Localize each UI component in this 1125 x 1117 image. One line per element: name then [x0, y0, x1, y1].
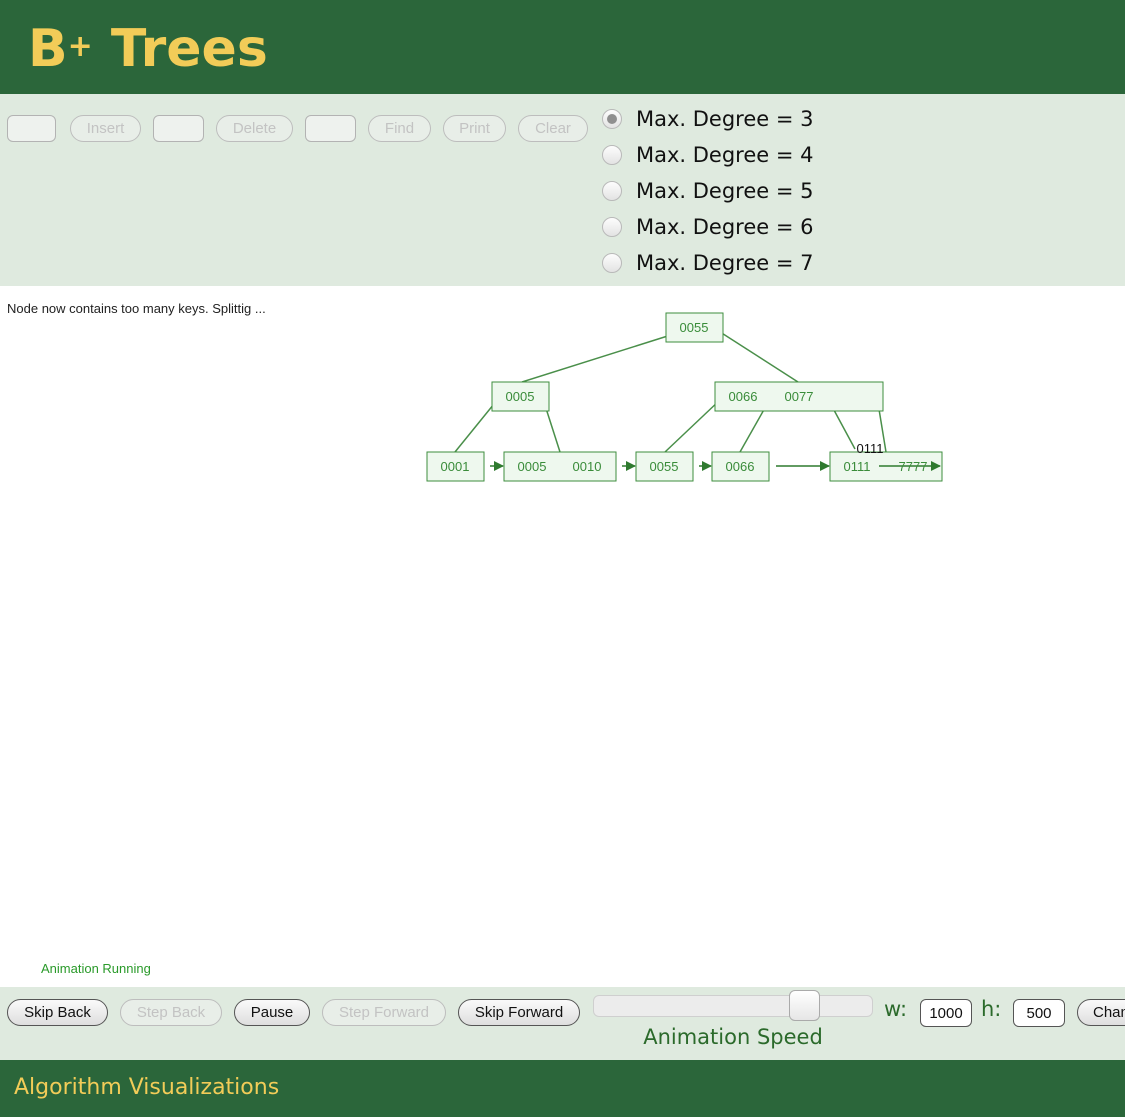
tree-key: 0005: [518, 459, 547, 474]
insert-input[interactable]: [7, 115, 56, 142]
radio-button[interactable]: [602, 217, 622, 237]
radio-button[interactable]: [602, 145, 622, 165]
step-back-button[interactable]: Step Back: [120, 999, 222, 1026]
tree-key: 0005: [506, 389, 535, 404]
degree-option-4[interactable]: Max. Degree = 4: [602, 141, 814, 169]
degree-option-6[interactable]: Max. Degree = 6: [602, 213, 814, 241]
edge-internal-1: [664, 398, 722, 453]
delete-input[interactable]: [153, 115, 204, 142]
degree-option-label: Max. Degree = 6: [636, 215, 814, 239]
footer-link[interactable]: Algorithm Visualizations: [14, 1075, 279, 1100]
insert-button[interactable]: Insert: [70, 115, 141, 142]
degree-option-label: Max. Degree = 5: [636, 179, 814, 203]
degree-option-label: Max. Degree = 3: [636, 107, 814, 131]
tree-key: 7777: [899, 459, 928, 474]
pause-button[interactable]: Pause: [234, 999, 310, 1026]
radio-button[interactable]: [602, 253, 622, 273]
tree-key: 0066: [726, 459, 755, 474]
tree-key: 0055: [680, 320, 709, 335]
height-input[interactable]: 500: [1013, 999, 1065, 1027]
clear-button[interactable]: Clear: [518, 115, 588, 142]
change-canvas-size-button[interactable]: Change Canvas Size: [1077, 999, 1125, 1026]
skip-back-button[interactable]: Skip Back: [7, 999, 108, 1026]
change-canvas-size-clip: Change Canvas Size: [1077, 999, 1125, 1026]
width-label: w:: [884, 997, 908, 1021]
height-label: h:: [981, 997, 1002, 1021]
header-bar: B+ Trees: [0, 0, 1125, 94]
tree-key: 0111: [844, 459, 871, 474]
slider-thumb[interactable]: [789, 990, 820, 1021]
animation-speed-label: Animation Speed: [643, 1025, 823, 1049]
degree-option-5[interactable]: Max. Degree = 5: [602, 177, 814, 205]
skip-forward-button[interactable]: Skip Forward: [458, 999, 580, 1026]
step-forward-button[interactable]: Step Forward: [322, 999, 446, 1026]
floating-key: 0111: [857, 441, 884, 456]
tree-canvas: 0055 0005 0066 0077 0001 0005 0010 0055 …: [426, 312, 943, 482]
degree-option-7[interactable]: Max. Degree = 7: [602, 249, 814, 277]
find-input[interactable]: [305, 115, 356, 142]
edge-root-left: [521, 333, 675, 383]
find-button[interactable]: Find: [368, 115, 431, 142]
tree-key: 0001: [441, 459, 470, 474]
degree-option-label: Max. Degree = 4: [636, 143, 814, 167]
radio-button[interactable]: [602, 181, 622, 201]
tree-key: 0066: [729, 389, 758, 404]
animation-status: Animation Running: [41, 961, 151, 976]
animation-speed-slider[interactable]: [593, 995, 873, 1017]
edge-root-right: [716, 329, 799, 383]
tree-key: 0010: [573, 459, 602, 474]
tree-key: 0077: [785, 389, 814, 404]
print-button[interactable]: Print: [443, 115, 506, 142]
page-title: B+ Trees: [28, 19, 268, 79]
degree-option-label: Max. Degree = 7: [636, 251, 814, 275]
delete-button[interactable]: Delete: [216, 115, 293, 142]
degree-option-3[interactable]: Max. Degree = 3: [602, 105, 814, 133]
tree-key: 0055: [650, 459, 679, 474]
width-input[interactable]: 1000: [920, 999, 972, 1027]
radio-button-checked[interactable]: [602, 109, 622, 129]
